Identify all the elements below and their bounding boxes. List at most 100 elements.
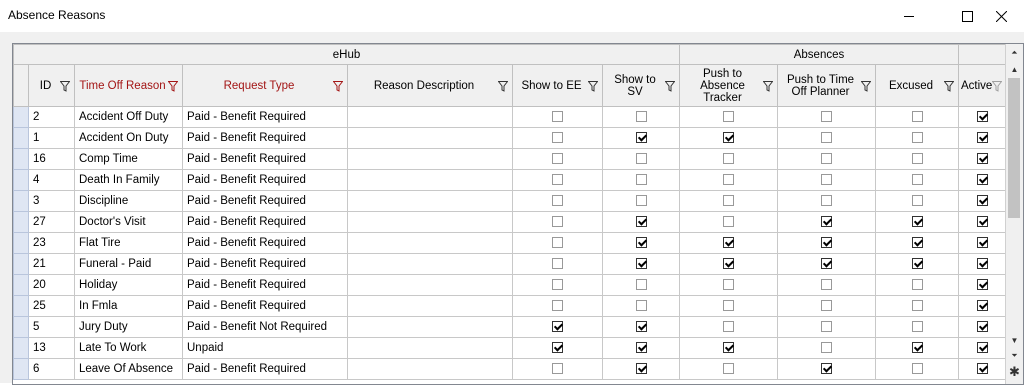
cell-type[interactable]: Paid - Benefit Required xyxy=(182,190,348,212)
cell-id[interactable]: 25 xyxy=(28,295,75,317)
checkbox-sv[interactable] xyxy=(635,195,647,207)
checkbox-tracker[interactable] xyxy=(723,111,734,123)
vertical-scrollbar[interactable]: ⏶ ▲ ▼ ⏷ ✱ xyxy=(1005,44,1023,384)
checkbox-sv[interactable] xyxy=(635,363,647,375)
checkbox-excused[interactable] xyxy=(911,174,923,186)
checkbox-tracker[interactable] xyxy=(723,153,734,165)
column-header-type[interactable]: Request Type xyxy=(182,64,348,107)
checkbox-active[interactable] xyxy=(977,132,989,144)
checkbox-tracker[interactable] xyxy=(723,363,734,375)
scroll-last-button[interactable]: ⏷ xyxy=(1006,348,1023,364)
absence-reasons-grid[interactable]: eHub Absences ID Time Off Reason Request T… xyxy=(12,43,1024,385)
row-selector[interactable] xyxy=(13,358,29,380)
checkbox-active[interactable] xyxy=(977,111,989,123)
cell-type[interactable]: Paid - Benefit Required xyxy=(182,106,348,128)
cell-id[interactable]: 20 xyxy=(28,274,75,296)
checkbox-tracker[interactable] xyxy=(723,258,734,270)
checkbox-planner[interactable] xyxy=(821,216,832,228)
checkbox-active[interactable] xyxy=(977,174,989,186)
scroll-top-button[interactable]: ⏶ xyxy=(1006,45,1023,61)
cell-desc[interactable] xyxy=(347,316,513,338)
checkbox-planner[interactable] xyxy=(821,195,832,207)
cell-type[interactable]: Paid - Benefit Required xyxy=(182,127,348,149)
filter-funnel-icon[interactable] xyxy=(944,80,954,92)
cell-reason[interactable]: Late To Work xyxy=(74,337,183,359)
cell-reason[interactable]: Accident Off Duty xyxy=(74,106,183,128)
checkbox-tracker[interactable] xyxy=(723,279,734,291)
cell-desc[interactable] xyxy=(347,106,513,128)
table-row[interactable]: 2 Accident Off Duty Paid - Benefit Require… xyxy=(13,106,1008,128)
row-selector[interactable] xyxy=(13,274,29,296)
filter-funnel-icon[interactable] xyxy=(333,80,343,92)
row-selector[interactable] xyxy=(13,106,29,128)
filter-funnel-icon[interactable] xyxy=(992,80,1003,92)
checkbox-sv[interactable] xyxy=(635,258,647,270)
cell-desc[interactable] xyxy=(347,274,513,296)
table-row[interactable]: 16 Comp Time Paid - Benefit Required xyxy=(13,148,1008,170)
checkbox-excused[interactable] xyxy=(911,237,923,249)
checkbox-ee[interactable] xyxy=(552,216,563,228)
checkbox-planner[interactable] xyxy=(821,321,832,333)
column-header-active[interactable]: Active xyxy=(957,64,1008,107)
table-row[interactable]: 20 Holiday Paid - Benefit Required xyxy=(13,274,1008,296)
checkbox-active[interactable] xyxy=(977,321,989,333)
cell-type[interactable]: Paid - Benefit Not Required xyxy=(182,316,348,338)
cell-type[interactable]: Paid - Benefit Required xyxy=(182,253,348,275)
cell-id[interactable]: 27 xyxy=(28,211,75,233)
row-selector[interactable] xyxy=(13,316,29,338)
checkbox-excused[interactable] xyxy=(911,111,923,123)
cell-reason[interactable]: Discipline xyxy=(74,190,183,212)
checkbox-excused[interactable] xyxy=(911,363,923,375)
column-header-planner[interactable]: Push to Time Off Planner xyxy=(777,64,876,107)
checkbox-ee[interactable] xyxy=(552,195,563,207)
cell-reason[interactable]: In Fmla xyxy=(74,295,183,317)
scroll-up-button[interactable]: ▲ xyxy=(1006,61,1023,77)
checkbox-active[interactable] xyxy=(977,363,989,375)
column-header-id[interactable]: ID xyxy=(28,64,75,107)
cell-reason[interactable]: Leave Of Absence xyxy=(74,358,183,380)
column-header-sv[interactable]: Show to SV xyxy=(602,64,680,107)
cell-desc[interactable] xyxy=(347,127,513,149)
checkbox-sv[interactable] xyxy=(635,153,647,165)
cell-type[interactable]: Paid - Benefit Required xyxy=(182,169,348,191)
cell-id[interactable]: 16 xyxy=(28,148,75,170)
checkbox-active[interactable] xyxy=(977,195,989,207)
checkbox-sv[interactable] xyxy=(635,132,647,144)
cell-type[interactable]: Paid - Benefit Required xyxy=(182,274,348,296)
checkbox-sv[interactable] xyxy=(635,174,647,186)
checkbox-planner[interactable] xyxy=(821,153,832,165)
checkbox-sv[interactable] xyxy=(635,321,647,333)
checkbox-tracker[interactable] xyxy=(723,195,734,207)
cell-id[interactable]: 5 xyxy=(28,316,75,338)
cell-reason[interactable]: Funeral - Paid xyxy=(74,253,183,275)
checkbox-excused[interactable] xyxy=(911,216,923,228)
cell-type[interactable]: Paid - Benefit Required xyxy=(182,148,348,170)
new-row-button[interactable]: ✱ xyxy=(1006,364,1023,380)
cell-id[interactable]: 23 xyxy=(28,232,75,254)
checkbox-active[interactable] xyxy=(977,258,989,270)
table-row[interactable]: 27 Doctor's Visit Paid - Benefit Required xyxy=(13,211,1008,233)
checkbox-ee[interactable] xyxy=(552,300,563,312)
cell-reason[interactable]: Holiday xyxy=(74,274,183,296)
checkbox-ee[interactable] xyxy=(552,321,563,333)
checkbox-planner[interactable] xyxy=(821,174,832,186)
cell-desc[interactable] xyxy=(347,211,513,233)
row-selector[interactable] xyxy=(13,253,29,275)
cell-desc[interactable] xyxy=(347,295,513,317)
cell-id[interactable]: 2 xyxy=(28,106,75,128)
checkbox-tracker[interactable] xyxy=(723,174,734,186)
checkbox-sv[interactable] xyxy=(635,111,647,123)
checkbox-sv[interactable] xyxy=(635,216,647,228)
filter-funnel-icon[interactable] xyxy=(168,80,178,92)
checkbox-ee[interactable] xyxy=(552,174,563,186)
checkbox-ee[interactable] xyxy=(552,258,563,270)
cell-type[interactable]: Paid - Benefit Required xyxy=(182,232,348,254)
checkbox-planner[interactable] xyxy=(821,237,832,249)
checkbox-sv[interactable] xyxy=(635,300,647,312)
table-row[interactable]: 3 Discipline Paid - Benefit Required xyxy=(13,190,1008,212)
filter-funnel-icon[interactable] xyxy=(665,80,675,92)
cell-desc[interactable] xyxy=(347,232,513,254)
checkbox-tracker[interactable] xyxy=(723,300,734,312)
checkbox-excused[interactable] xyxy=(911,300,923,312)
table-row[interactable]: 1 Accident On Duty Paid - Benefit Required xyxy=(13,127,1008,149)
